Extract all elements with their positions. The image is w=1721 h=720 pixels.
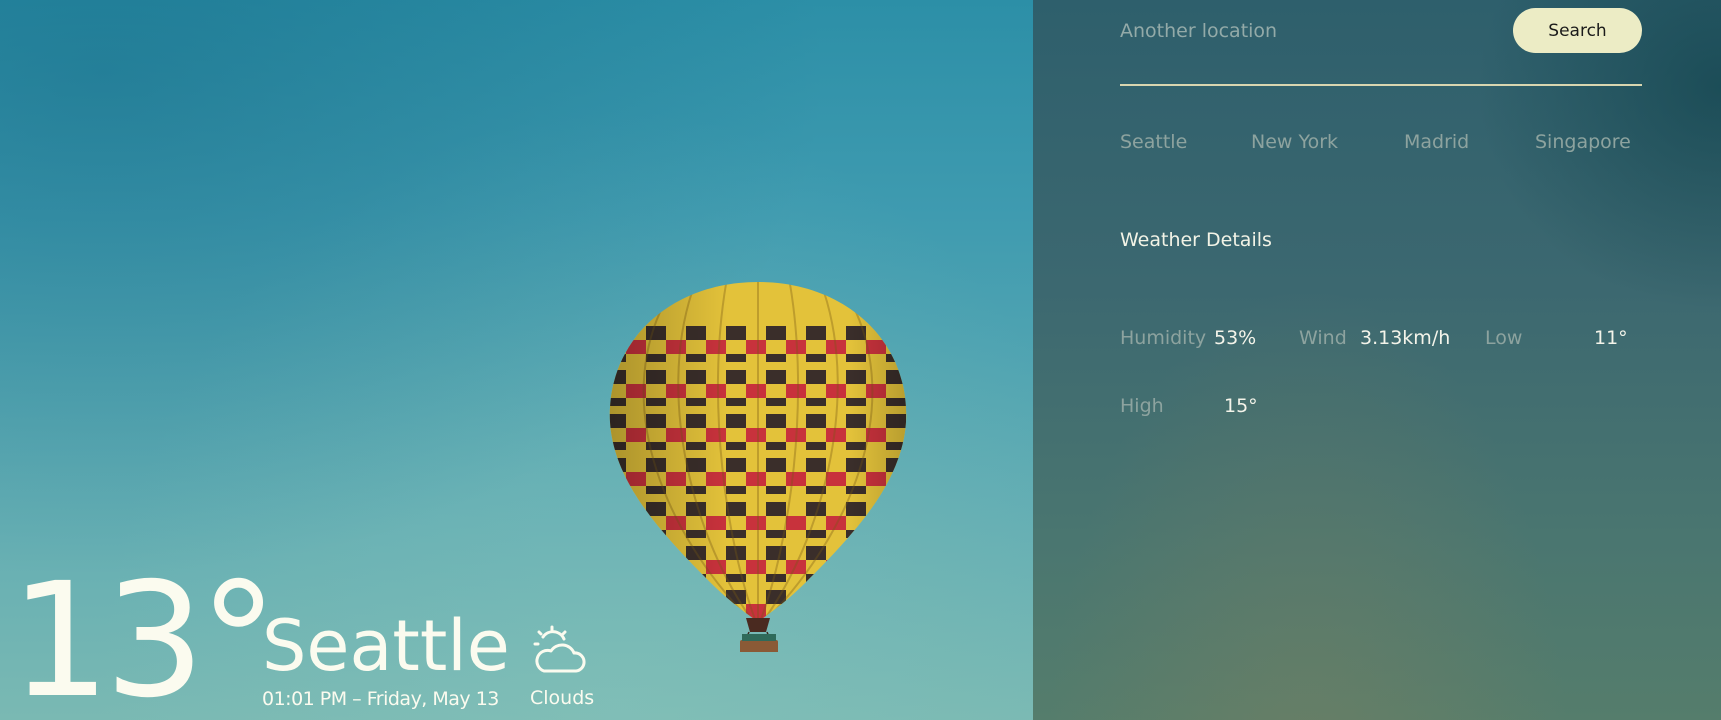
location-search-input[interactable]: [1120, 14, 1480, 48]
weather-details-heading: Weather Details: [1120, 229, 1272, 251]
city-link-new-york[interactable]: New York: [1251, 131, 1338, 153]
low-label: Low: [1485, 327, 1523, 349]
city-link-madrid[interactable]: Madrid: [1404, 131, 1469, 153]
city-link-seattle[interactable]: Seattle: [1120, 131, 1187, 153]
condition-label: Clouds: [530, 687, 595, 709]
humidity-value: 53%: [1214, 327, 1257, 349]
search-bar: Search: [1120, 0, 1642, 86]
city-name: Seattle: [262, 605, 510, 687]
cloud-sun-icon: [533, 625, 586, 673]
current-temperature: 13°: [10, 549, 278, 720]
search-button[interactable]: Search: [1513, 8, 1642, 53]
city-link-singapore[interactable]: Singapore: [1535, 131, 1631, 153]
wind-label: Wind: [1299, 327, 1347, 349]
low-value: 11°: [1594, 327, 1628, 349]
wind-value: 3.13km/h: [1360, 327, 1451, 349]
high-value: 15°: [1224, 395, 1258, 417]
humidity-label: Humidity: [1120, 327, 1207, 349]
condition-summary: Clouds: [530, 625, 600, 709]
hot-air-balloon-image: [609, 282, 907, 652]
quick-city-list: Seattle New York Madrid Singapore: [1120, 131, 1660, 157]
weather-app: 13° Seattle 01:01 PM – Friday, May 13 Cl…: [0, 0, 1721, 720]
current-datetime: 01:01 PM – Friday, May 13: [262, 688, 499, 710]
current-location: Seattle 01:01 PM – Friday, May 13: [262, 606, 510, 710]
high-label: High: [1120, 395, 1164, 417]
side-panel: Search Seattle New York Madrid Singapore…: [1033, 0, 1721, 720]
